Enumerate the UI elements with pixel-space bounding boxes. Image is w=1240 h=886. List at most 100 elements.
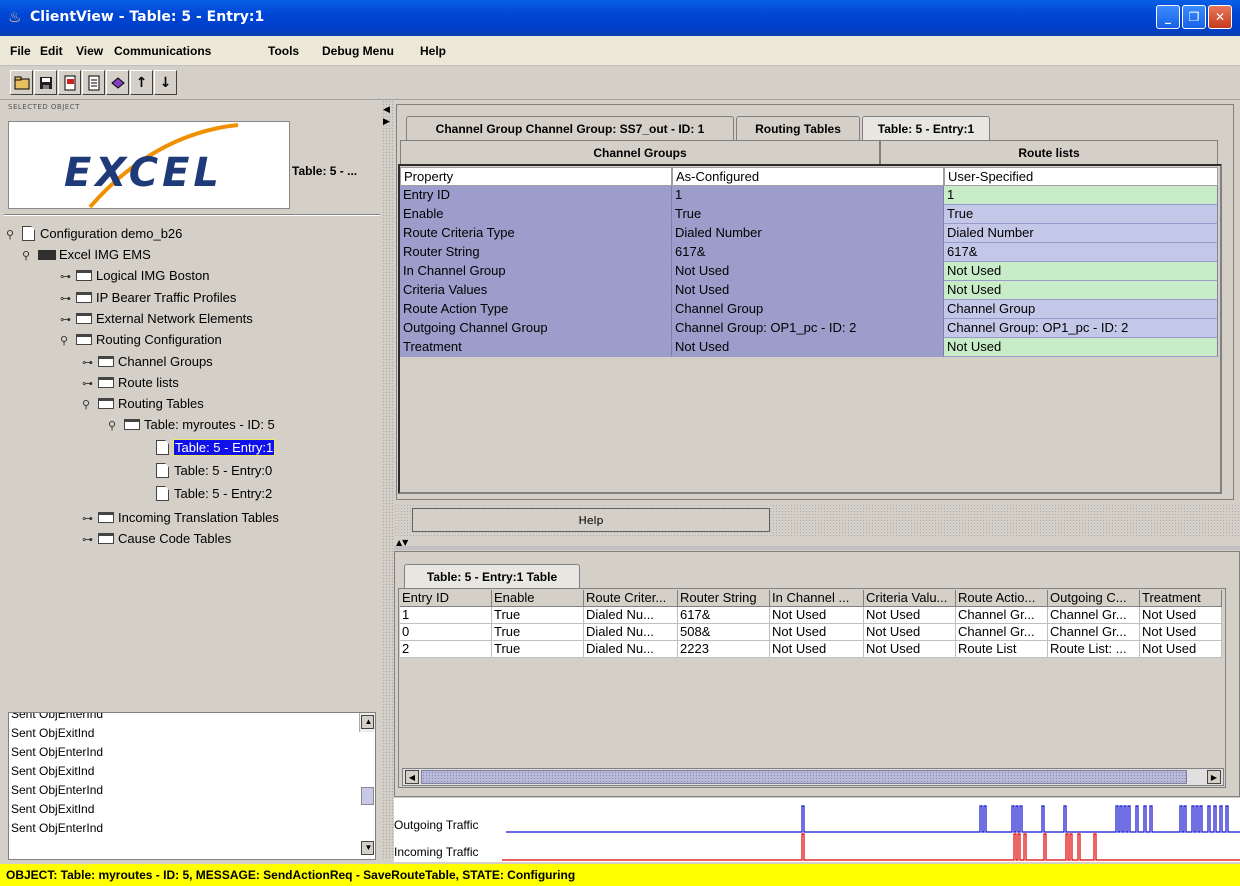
property-row[interactable]: Outgoing Channel Group Channel Group: OP1… [400, 319, 1218, 338]
menu-view[interactable]: View [76, 44, 103, 58]
entry-table-cell[interactable]: Not Used [1140, 624, 1222, 641]
tree-item-route-lists[interactable]: ⊶ Route lists [82, 373, 179, 393]
scroll-right-arrow[interactable]: ▶ [1207, 770, 1221, 784]
minimize-button[interactable]: _ [1156, 5, 1180, 29]
entry-table-cell[interactable]: 2 [400, 641, 492, 658]
entry-table-cell[interactable]: 1 [400, 607, 492, 624]
open-button[interactable] [10, 70, 33, 95]
property-row[interactable]: Route Action Type Channel Group Channel Gr… [400, 300, 1218, 319]
collapse-icon[interactable]: ⚲ [22, 246, 38, 266]
menu-tools[interactable]: Tools [268, 44, 299, 58]
entry-table-cell[interactable]: Dialed Nu... [584, 641, 678, 658]
expand-icon[interactable]: ⊶ [82, 353, 98, 373]
entry-table-cell[interactable]: 2223 [678, 641, 770, 658]
entry-table-cell[interactable]: Dialed Nu... [584, 607, 678, 624]
property-row[interactable]: Route Criteria Type Dialed Number Dialed N… [400, 224, 1218, 243]
collapse-icon[interactable]: ⚲ [60, 331, 76, 351]
entry-table-cell[interactable]: 508& [678, 624, 770, 641]
tree-item-configuration[interactable]: ⚲ Configuration demo_b26 [6, 224, 182, 244]
menu-file[interactable]: File [10, 44, 31, 58]
property-row[interactable]: Criteria Values Not Used Not Used [400, 281, 1218, 300]
tree-item-channel-groups[interactable]: ⊶ Channel Groups [82, 352, 213, 372]
header-as-configured[interactable]: As-Configured [672, 167, 944, 186]
user-specified-cell[interactable]: Channel Group: OP1_pc - ID: 2 [944, 319, 1218, 338]
property-row[interactable]: Enable True True [400, 205, 1218, 224]
tree-item-external-network[interactable]: ⊶ External Network Elements [60, 309, 253, 329]
entry-table-cell[interactable]: Channel Gr... [956, 607, 1048, 624]
entry-table-cell[interactable]: Not Used [864, 641, 956, 658]
user-specified-cell[interactable]: Not Used [944, 281, 1218, 300]
entry-table-cell[interactable]: True [492, 641, 584, 658]
move-down-button[interactable]: ↓ [154, 70, 177, 95]
user-specified-cell[interactable]: True [944, 205, 1218, 224]
header-user-specified[interactable]: User-Specified [944, 167, 1218, 186]
help-button[interactable]: Help [412, 508, 770, 532]
property-row[interactable]: Treatment Not Used Not Used [400, 338, 1218, 357]
horizontal-scrollbar[interactable]: ◀ ▶ [402, 768, 1224, 786]
scroll-left-arrow[interactable]: ◀ [405, 770, 419, 784]
vertical-splitter[interactable] [382, 100, 394, 860]
save-button[interactable] [34, 70, 57, 95]
entry-table-header[interactable]: Outgoing C... [1048, 590, 1140, 607]
menu-help[interactable]: Help [420, 44, 446, 58]
tree-item-ip-bearer[interactable]: ⊶ IP Bearer Traffic Profiles [60, 288, 236, 308]
entry-table-cell[interactable]: Not Used [770, 641, 864, 658]
entry-table-cell[interactable]: True [492, 607, 584, 624]
collapse-icon[interactable]: ⚲ [82, 395, 98, 415]
header-property[interactable]: Property [400, 167, 672, 186]
tree-item-entry-2[interactable]: Table: 5 - Entry:2 [156, 484, 272, 504]
scroll-down-arrow[interactable]: ▼ [361, 841, 374, 855]
entry-table-header[interactable]: In Channel ... [770, 590, 864, 607]
expand-icon[interactable]: ⊶ [60, 310, 76, 330]
tree-item-incoming-translation[interactable]: ⊶ Incoming Translation Tables [82, 508, 279, 528]
expand-icon[interactable]: ⊶ [82, 374, 98, 394]
message-log[interactable]: Sent ObjEnterInd Sent ObjExitInd Sent Ob… [8, 712, 376, 860]
entry-table-cell[interactable]: True [492, 624, 584, 641]
tree-item-table-myroutes[interactable]: ⚲ Table: myroutes - ID: 5 [108, 415, 275, 435]
entry-table-cell[interactable]: 617& [678, 607, 770, 624]
user-specified-cell[interactable]: Not Used [944, 262, 1218, 281]
tree-item-excel-img-ems[interactable]: ⚲ Excel IMG EMS [22, 245, 151, 265]
tab-entry-table[interactable]: Table: 5 - Entry:1 Table [404, 564, 580, 588]
property-row[interactable]: In Channel Group Not Used Not Used [400, 262, 1218, 281]
horizontal-splitter[interactable] [394, 546, 1240, 550]
entry-table-cell[interactable]: Not Used [1140, 641, 1222, 658]
collapse-icon[interactable]: ⚲ [6, 225, 22, 245]
entry-table-cell[interactable]: Not Used [770, 624, 864, 641]
user-specified-cell[interactable]: Dialed Number [944, 224, 1218, 243]
user-specified-cell[interactable]: 617& [944, 243, 1218, 262]
entry-table-cell[interactable]: Route List [956, 641, 1048, 658]
entry-table-cell[interactable]: Channel Gr... [956, 624, 1048, 641]
book-button[interactable] [106, 70, 129, 95]
user-specified-cell[interactable]: Not Used [944, 338, 1218, 357]
entry-table-header[interactable]: Criteria Valu... [864, 590, 956, 607]
user-specified-cell[interactable]: 1 [944, 186, 1218, 205]
property-row[interactable]: Router String 617& 617& [400, 243, 1218, 262]
close-button[interactable]: ✕ [1208, 5, 1232, 29]
entry-table-header[interactable]: Route Criter... [584, 590, 678, 607]
export-button[interactable] [82, 70, 105, 95]
log-scrollbar[interactable]: ▲ ▼ [359, 713, 375, 855]
entry-table-cell[interactable]: 0 [400, 624, 492, 641]
property-row[interactable]: Entry ID 1 1 [400, 186, 1218, 205]
entry-table-cell[interactable]: Channel Gr... [1048, 624, 1140, 641]
tree-item-entry-0[interactable]: Table: 5 - Entry:0 [156, 461, 272, 481]
entry-table-cell[interactable]: Route List: ... [1048, 641, 1140, 658]
expand-icon[interactable]: ⊶ [82, 509, 98, 529]
collapse-icon[interactable]: ⚲ [108, 416, 124, 436]
expand-icon[interactable]: ⊶ [82, 530, 98, 550]
entry-table-header[interactable]: Entry ID [400, 590, 492, 607]
collapse-arrows-icon[interactable]: ◀ ▶ [383, 104, 390, 128]
scroll-up-arrow[interactable]: ▲ [361, 715, 374, 729]
entry-table-header[interactable]: Route Actio... [956, 590, 1048, 607]
user-specified-cell[interactable]: Channel Group [944, 300, 1218, 319]
scroll-thumb[interactable] [421, 770, 1187, 784]
entry-table-header[interactable]: Router String [678, 590, 770, 607]
tab-routing-tables[interactable]: Routing Tables [736, 116, 860, 140]
tree-item-routing-configuration[interactable]: ⚲ Routing Configuration [60, 330, 222, 350]
tree-item-entry-1[interactable]: Table: 5 - Entry:1 [156, 438, 276, 458]
tab-channel-group-ss7[interactable]: Channel Group Channel Group: SS7_out - I… [406, 116, 734, 140]
menu-edit[interactable]: Edit [40, 44, 63, 58]
entry-table-cell[interactable]: Not Used [864, 624, 956, 641]
tree-item-logical-img[interactable]: ⊶ Logical IMG Boston [60, 266, 209, 286]
